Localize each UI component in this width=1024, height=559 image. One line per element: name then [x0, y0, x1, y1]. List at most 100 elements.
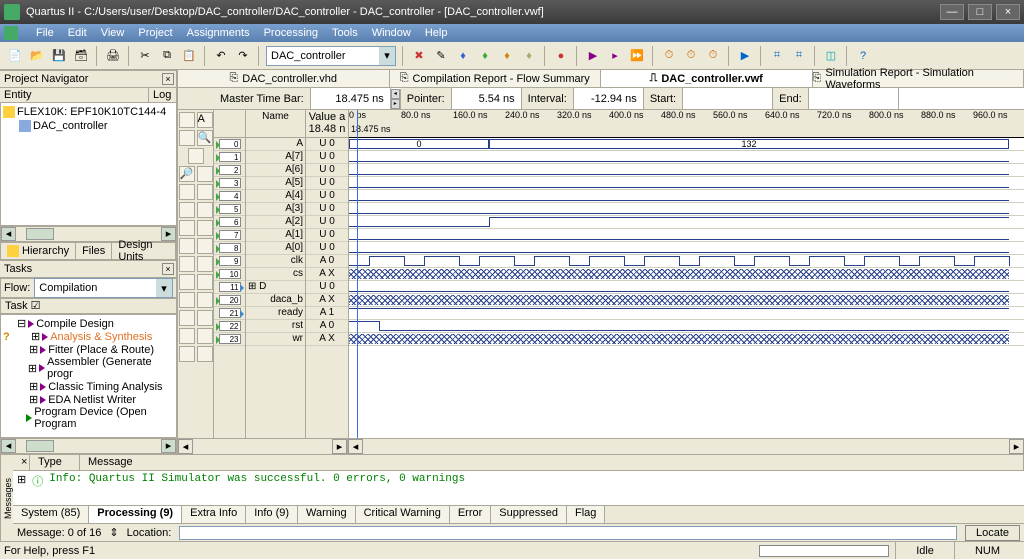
pin-row[interactable]: 5	[214, 203, 245, 216]
tab-hierarchy[interactable]: Hierarchy	[1, 243, 76, 259]
pin-row[interactable]: 6	[214, 216, 245, 229]
gear-orange-icon[interactable]: ♦	[498, 47, 516, 65]
tool-icon[interactable]	[197, 238, 213, 254]
waveform-area[interactable]: 0 ps80.0 ns160.0 ns240.0 ns320.0 ns400.0…	[349, 110, 1024, 438]
waveform-row[interactable]	[349, 242, 1024, 255]
signal-name[interactable]: A[5]	[246, 177, 305, 190]
pin-row[interactable]: 22	[214, 320, 245, 333]
time-ruler[interactable]: 0 ps80.0 ns160.0 ns240.0 ns320.0 ns400.0…	[349, 110, 1024, 138]
waveform-row[interactable]	[349, 203, 1024, 216]
maximize-button[interactable]: □	[968, 4, 992, 20]
mtab-critical[interactable]: Critical Warning	[356, 506, 450, 523]
task-compile[interactable]: Compile Design	[36, 318, 114, 330]
waveform-row[interactable]	[349, 268, 1024, 281]
tab-design-units[interactable]: Design Units	[112, 243, 176, 259]
close-tasks-icon[interactable]: ×	[162, 263, 174, 275]
menu-help[interactable]: Help	[425, 27, 448, 39]
pointer-tool-icon[interactable]	[179, 112, 195, 128]
tool-icon[interactable]	[179, 328, 195, 344]
time-cursor[interactable]	[357, 110, 358, 438]
waveform-row[interactable]	[349, 177, 1024, 190]
pin-row[interactable]: 10	[214, 268, 245, 281]
mtab-error[interactable]: Error	[450, 506, 491, 523]
menu-tools[interactable]: Tools	[332, 27, 358, 39]
tool-icon[interactable]	[179, 202, 195, 218]
signal-name[interactable]: wr	[246, 333, 305, 346]
end-value[interactable]	[809, 88, 899, 109]
tasks-hscroll[interactable]: ◂▸	[0, 438, 177, 454]
wand-icon[interactable]: ✎	[432, 47, 450, 65]
menu-edit[interactable]: Edit	[68, 27, 87, 39]
mtab-system[interactable]: System (85)	[13, 506, 89, 523]
tool-icon[interactable]	[179, 238, 195, 254]
pin-row[interactable]: 8	[214, 242, 245, 255]
menu-file[interactable]: File	[36, 27, 54, 39]
pin-row[interactable]: 1	[214, 151, 245, 164]
signal-name[interactable]: rst	[246, 320, 305, 333]
task-assembler[interactable]: Assembler (Generate progr	[47, 356, 174, 380]
pin-row[interactable]: 4	[214, 190, 245, 203]
expand-icon[interactable]: ×	[13, 455, 30, 470]
waveform-row[interactable]	[349, 190, 1024, 203]
mtab-extra[interactable]: Extra Info	[182, 506, 246, 523]
mtab-processing[interactable]: Processing (9)	[89, 506, 182, 523]
tab-vwf[interactable]: ⎍DAC_controller.vwf	[601, 70, 813, 87]
play-icon[interactable]: ▶	[584, 47, 602, 65]
waveform-row[interactable]	[349, 151, 1024, 164]
menu-assignments[interactable]: Assignments	[187, 27, 250, 39]
tool-icon[interactable]	[179, 184, 195, 200]
mtab-warning[interactable]: Warning	[298, 506, 356, 523]
copy-icon[interactable]: ⧉	[158, 47, 176, 65]
mtb-spinner[interactable]: ◂▸	[391, 89, 401, 109]
tool-icon[interactable]	[179, 310, 195, 326]
waveform-row[interactable]	[349, 255, 1024, 268]
waveform-hscroll[interactable]: ◂▸ ◂▸	[178, 438, 1024, 454]
find-tool-icon[interactable]: 🔎	[179, 166, 195, 182]
settings-icon[interactable]: ✖	[410, 47, 428, 65]
pin-row[interactable]: 23	[214, 333, 245, 346]
signal-name[interactable]: clk	[246, 255, 305, 268]
sim-icon[interactable]: ▶	[736, 47, 754, 65]
pin-row[interactable]: 0	[214, 138, 245, 151]
text-tool-icon[interactable]: A	[197, 112, 213, 128]
pin-row[interactable]: 11	[214, 281, 245, 294]
help-icon[interactable]: ?	[854, 47, 872, 65]
menu-project[interactable]: Project	[138, 27, 172, 39]
gear-blue-icon[interactable]: ♦	[454, 47, 472, 65]
tab-sim-report[interactable]: ⎘Simulation Report - Simulation Waveform…	[813, 70, 1024, 87]
tool-icon[interactable]	[197, 166, 213, 182]
timing2-icon[interactable]: ⏱	[682, 47, 700, 65]
location-input[interactable]	[179, 526, 957, 540]
pin-row[interactable]: 20	[214, 294, 245, 307]
mtab-info[interactable]: Info (9)	[246, 506, 298, 523]
signal-name[interactable]: A	[246, 138, 305, 151]
waveform-row[interactable]: 0132	[349, 138, 1024, 151]
signal-name[interactable]: A[1]	[246, 229, 305, 242]
new-file-icon[interactable]: 📄	[6, 47, 24, 65]
close-pane-icon[interactable]: ×	[162, 73, 174, 85]
signal-name[interactable]: ⊞ D	[246, 281, 305, 294]
tab-compilation-report[interactable]: ⎘Compilation Report - Flow Summary	[390, 70, 602, 87]
signal-name[interactable]: A[3]	[246, 203, 305, 216]
zoom-tool-icon[interactable]: 🔍	[197, 130, 213, 146]
tool-icon[interactable]	[197, 274, 213, 290]
task-tree[interactable]: ⊟ Compile Design ?⊞ Analysis & Synthesis…	[0, 314, 177, 438]
gear-green-icon[interactable]: ♦	[476, 47, 494, 65]
start-value[interactable]	[683, 88, 773, 109]
waveform-row[interactable]	[349, 320, 1024, 333]
expand-icon[interactable]: ⊞	[17, 473, 26, 489]
gear-gold-icon[interactable]: ♦	[520, 47, 538, 65]
tool-icon[interactable]	[197, 328, 213, 344]
redo-icon[interactable]: ↷	[234, 47, 252, 65]
task-timing[interactable]: Classic Timing Analysis	[48, 381, 162, 393]
minimize-button[interactable]: —	[940, 4, 964, 20]
task-program[interactable]: Program Device (Open Program	[34, 406, 174, 430]
tool-icon[interactable]	[179, 346, 195, 362]
tool-icon[interactable]	[197, 292, 213, 308]
menu-processing[interactable]: Processing	[264, 27, 318, 39]
signal-name[interactable]: cs	[246, 268, 305, 281]
print-icon[interactable]: 🖨	[104, 47, 122, 65]
pin-row[interactable]: 2	[214, 164, 245, 177]
waveform-row[interactable]	[349, 216, 1024, 229]
mtab-suppressed[interactable]: Suppressed	[491, 506, 567, 523]
